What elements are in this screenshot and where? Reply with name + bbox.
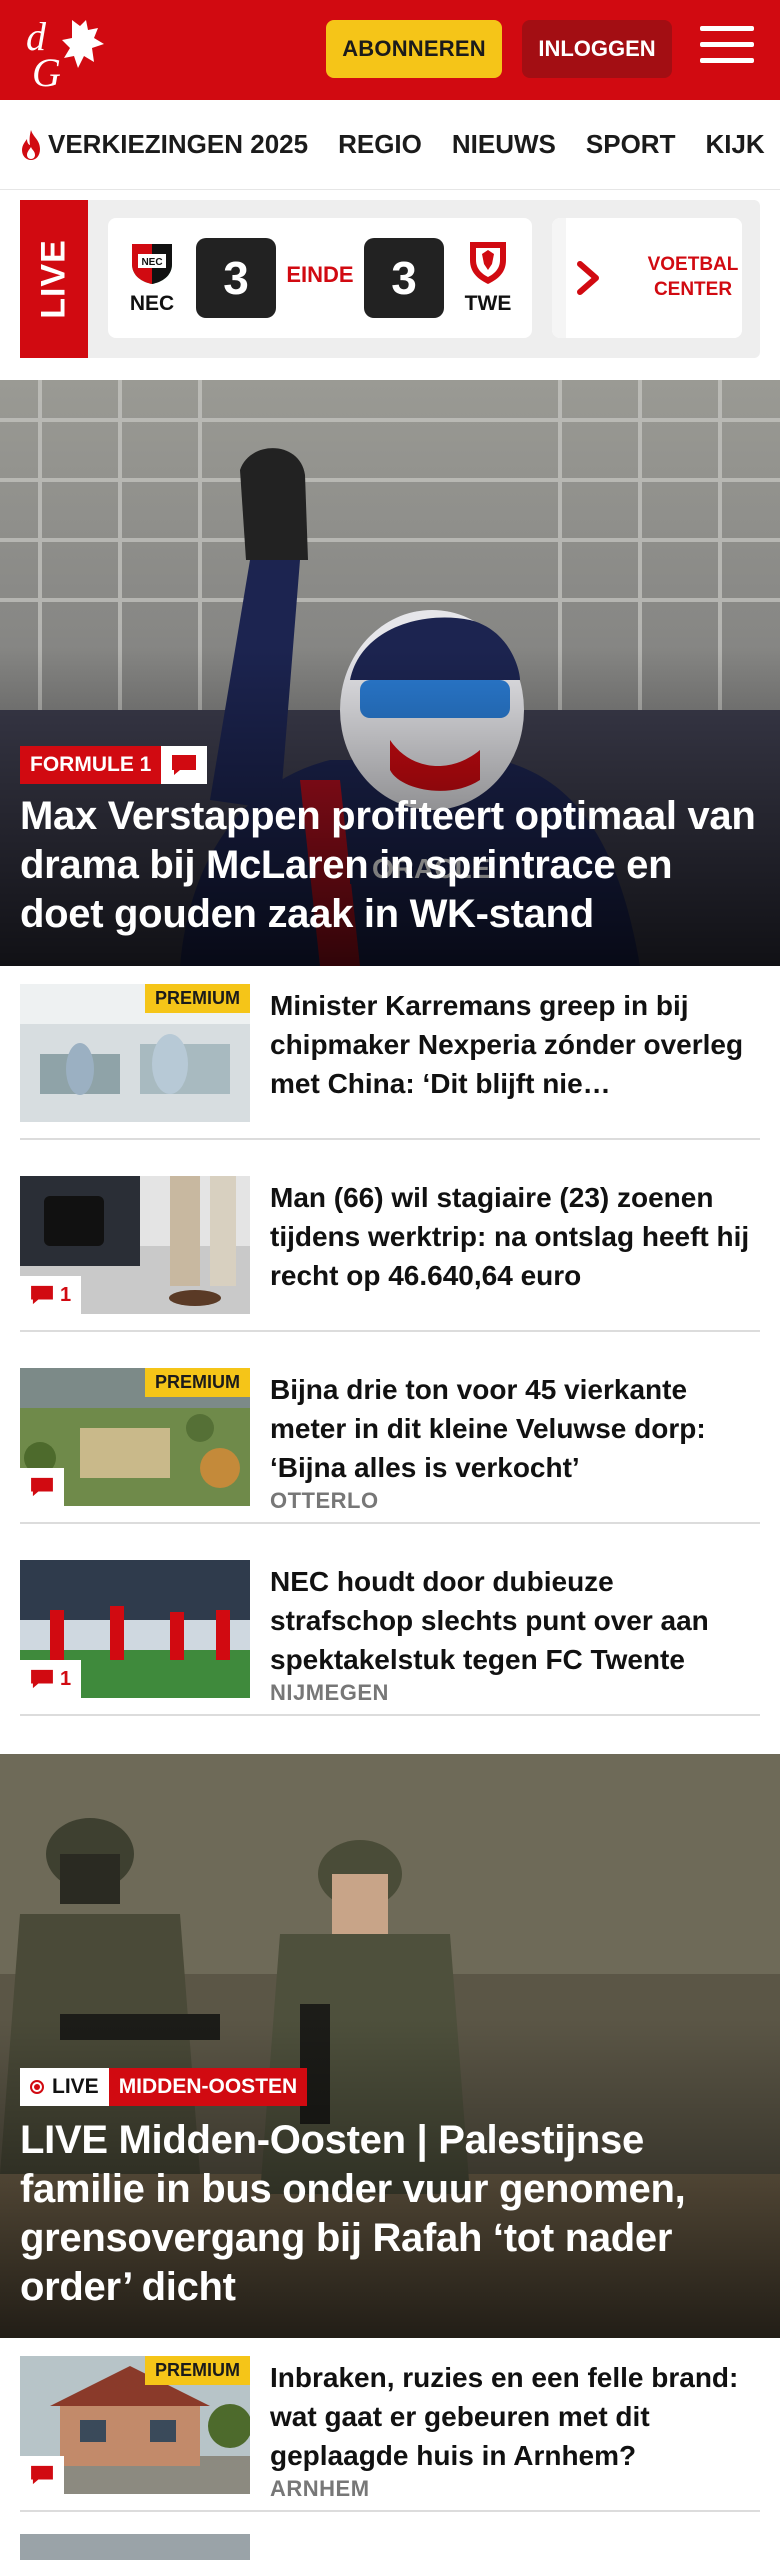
category-tag[interactable]: MIDDEN-OOSTEN	[108, 2068, 308, 2106]
comment-count[interactable]	[20, 1468, 64, 1506]
article-thumbnail: PREMIUM	[20, 984, 250, 1122]
away-team: TWE	[458, 238, 518, 316]
article-thumbnail: 1	[20, 1560, 250, 1698]
svg-text:G: G	[32, 50, 61, 90]
site-header: d G ABONNEREN INLOGGEN	[0, 0, 780, 100]
comment-icon	[31, 1477, 53, 1497]
menu-icon[interactable]	[700, 26, 754, 70]
voetbal-center-line2: CENTER	[653, 279, 733, 300]
dg-logo[interactable]: d G	[24, 12, 114, 90]
login-button[interactable]: INLOGGEN	[522, 20, 672, 78]
home-team-abbr: NEC	[129, 292, 175, 315]
article-thumbnail	[20, 2534, 250, 2560]
nav-item-nieuws[interactable]: NIEUWS	[452, 129, 556, 160]
chevron-right-icon[interactable]	[574, 258, 604, 298]
comment-icon	[31, 1669, 53, 1689]
voetbal-center-line1: VOETBAL	[647, 254, 739, 276]
nec-crest-icon: NEC	[132, 244, 172, 284]
premium-badge: PREMIUM	[145, 1368, 250, 1397]
hero2-title[interactable]: LIVE Midden-Oosten | Palestijnse familie…	[20, 2116, 760, 2312]
svg-text:NEC: NEC	[141, 257, 162, 268]
subscribe-button[interactable]: ABONNEREN	[326, 20, 502, 78]
hero-article[interactable]: ORACLE FORMULE 1 Max Verstappen profitee…	[0, 380, 780, 966]
nav-item-label: VERKIEZINGEN 2025	[48, 129, 309, 159]
list-item[interactable]: 1 NEC houdt door dubieuze strafschop sle…	[20, 1542, 760, 1716]
home-score: 3	[196, 238, 276, 318]
next-match-card: VOETBAL CENTER	[552, 218, 742, 338]
hero-article-2[interactable]: LIVE MIDDEN-OOSTEN LIVE Midden-Oosten | …	[0, 1754, 780, 2338]
match-status: EINDE	[286, 262, 354, 287]
premium-badge: PREMIUM	[145, 2356, 250, 2385]
list-item[interactable]: PREMIUM Minister Karremans greep in bij …	[20, 966, 760, 1140]
article-location: NIJMEGEN	[270, 1680, 389, 1705]
comment-count-value: 1	[60, 1283, 72, 1306]
article-title[interactable]: Man (66) wil stagiaire (23) zoenen tijde…	[270, 1178, 760, 1295]
flame-icon	[22, 129, 40, 160]
article-location: OTTERLO	[270, 1488, 379, 1513]
article-title[interactable]: NEC houdt door dubieuze strafschop slech…	[270, 1562, 760, 1679]
list-item[interactable]: PREMIUM Inbraken, ruzies en een felle br…	[20, 2338, 760, 2512]
article-thumbnail: 1	[20, 1176, 250, 1314]
list-item-peek	[20, 2534, 760, 2560]
nav-item-verkiezingen[interactable]: VERKIEZINGEN 2025	[18, 129, 308, 161]
comment-icon	[31, 2465, 53, 2485]
live-tag: LIVE	[20, 2068, 109, 2106]
article-title[interactable]: Inbraken, ruzies en een felle brand: wat…	[270, 2358, 760, 2475]
main-nav: VERKIEZINGEN 2025 REGIO NIEUWS SPORT KIJ…	[0, 100, 780, 190]
list-item[interactable]: PREMIUM Bijna drie ton voor 45 vierkante…	[20, 1350, 760, 1524]
list-item[interactable]: 1 Man (66) wil stagiaire (23) zoenen tij…	[20, 1158, 760, 1332]
home-team: NEC NEC	[122, 238, 182, 316]
premium-badge: PREMIUM	[145, 984, 250, 1013]
comment-count[interactable]: 1	[20, 1660, 82, 1698]
category-tag[interactable]: FORMULE 1	[20, 746, 162, 784]
live-score-widget: LIVE NEC NEC 3 EINDE 3 TWE VOETBAL CENTE…	[20, 200, 760, 358]
article-thumbnail: PREMIUM	[20, 1368, 250, 1506]
comment-tag[interactable]	[161, 746, 208, 784]
twente-crest-icon	[470, 242, 506, 284]
comment-count[interactable]	[20, 2456, 64, 2494]
comment-icon	[31, 1285, 53, 1305]
article-title[interactable]: Bijna drie ton voor 45 vierkante meter i…	[270, 1370, 760, 1487]
nav-item-sport[interactable]: SPORT	[586, 129, 676, 160]
hero2-tags: LIVE MIDDEN-OOSTEN	[20, 2068, 308, 2106]
away-team-abbr: TWE	[464, 292, 512, 315]
article-thumbnail: PREMIUM	[20, 2356, 250, 2494]
nav-item-kijk[interactable]: KIJK	[705, 129, 764, 160]
nav-item-regio[interactable]: REGIO	[338, 129, 422, 160]
hero-tags: FORMULE 1	[20, 746, 208, 784]
article-location: ARNHEM	[270, 2476, 370, 2501]
live-tag-label: LIVE	[52, 2075, 99, 2098]
comment-count[interactable]: 1	[20, 1276, 82, 1314]
match-card[interactable]: NEC NEC 3 EINDE 3 TWE	[108, 218, 532, 338]
hero-title[interactable]: Max Verstappen profiteert optimaal van d…	[20, 792, 760, 939]
live-dot-icon	[30, 2080, 44, 2094]
voetbal-center-link[interactable]: VOETBAL CENTER	[644, 218, 742, 338]
comment-count-value: 1	[60, 1667, 72, 1690]
live-label: LIVE	[20, 200, 88, 358]
card-divider	[552, 218, 566, 338]
away-score: 3	[364, 238, 444, 318]
comment-icon	[172, 755, 197, 775]
article-title[interactable]: Minister Karremans greep in bij chipmake…	[270, 986, 760, 1103]
